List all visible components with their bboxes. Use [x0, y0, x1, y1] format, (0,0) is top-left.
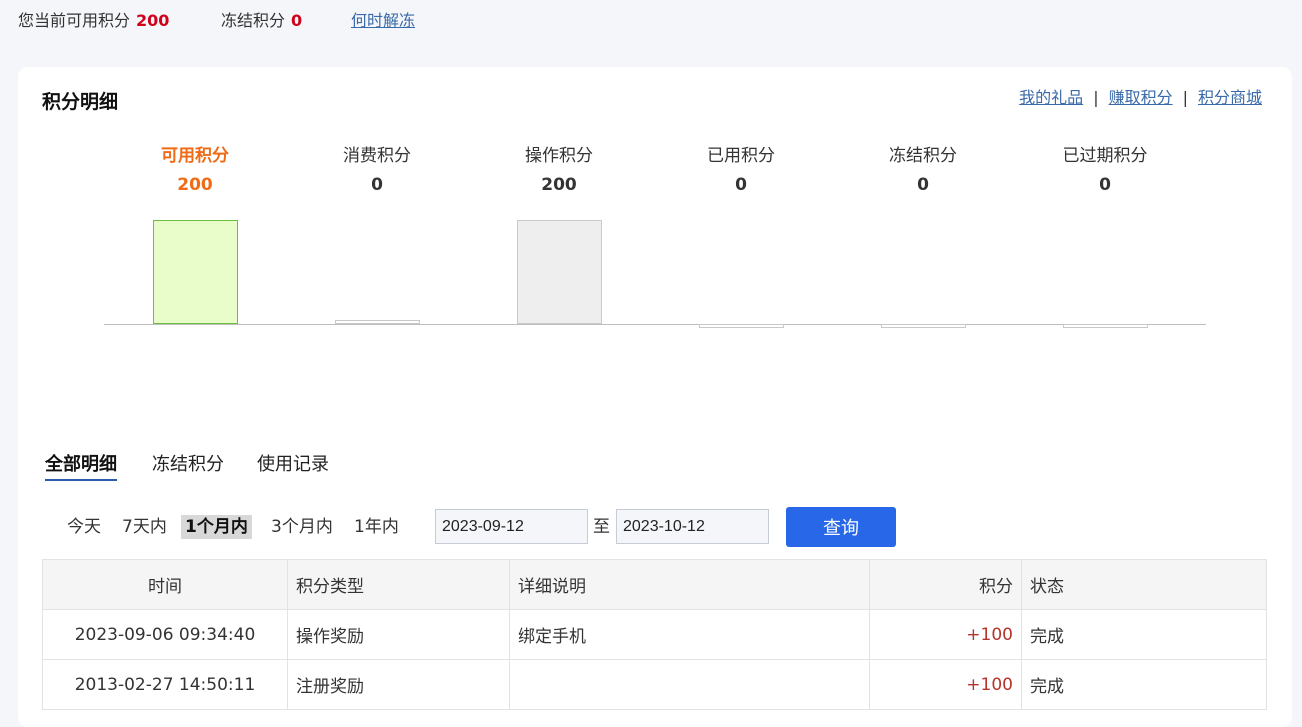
chart-bar [516, 220, 602, 324]
chart-category-label: 冻结积分 [889, 146, 957, 166]
range-today[interactable]: 今天 [63, 515, 105, 539]
cell-points: +100 [869, 659, 1022, 710]
chart-value-label: 200 [541, 175, 577, 195]
available-points-label: 您当前可用积分 [18, 11, 131, 30]
chart-bar [334, 320, 420, 324]
chart-baseline [104, 324, 1206, 325]
range-7-days[interactable]: 7天内 [118, 515, 171, 539]
chart-category: 操作积分 200 [479, 145, 639, 196]
available-points-value: 200 [136, 11, 170, 30]
chart-bar [1062, 324, 1148, 328]
range-1-year[interactable]: 1年内 [350, 515, 403, 539]
tab-frozen-points[interactable]: 冻结积分 [152, 452, 224, 478]
frozen-points-summary: 冻结积分 0 [221, 9, 302, 33]
chart-category-label: 消费积分 [343, 146, 411, 166]
chart-category-label: 可用积分 [161, 146, 229, 166]
chart-category: 已用积分 0 [661, 145, 821, 196]
chart-value-label: 200 [177, 175, 213, 195]
chart-category-label: 已过期积分 [1062, 146, 1148, 166]
end-date-input[interactable] [616, 509, 769, 544]
frozen-points-value: 0 [291, 11, 303, 30]
chart-value-label: 0 [1099, 175, 1111, 195]
cell-status: 完成 [1021, 609, 1267, 660]
chart-category: 已过期积分 0 [1025, 145, 1185, 196]
available-points-summary: 您当前可用积分 200 [18, 9, 169, 33]
range-1-month[interactable]: 1个月内 [181, 515, 252, 539]
tab-all-details[interactable]: 全部明细 [45, 452, 117, 481]
cell-description: 绑定手机 [509, 609, 870, 660]
when-unfreeze-link[interactable]: 何时解冻 [351, 9, 415, 33]
start-date-input[interactable] [435, 509, 588, 544]
points-bar-chart: 可用积分 200 消费积分 0 操作积分 200 已用积分 0 冻结积分 0 已过期积分 0 [18, 67, 1292, 397]
table-header-row: 时间 积分类型 详细说明 积分 状态 [42, 559, 1267, 610]
frozen-points-label: 冻结积分 [221, 11, 286, 30]
chart-value-label: 0 [371, 175, 383, 195]
cell-points: +100 [869, 609, 1022, 660]
header-description: 详细说明 [509, 559, 870, 610]
cell-time: 2023-09-06 09:34:40 [42, 609, 288, 660]
points-records-table: 时间 积分类型 详细说明 积分 状态 2023-09-06 09:34:40 操… [42, 559, 1267, 710]
cell-time: 2013-02-27 14:50:11 [42, 659, 288, 710]
chart-category: 可用积分 200 [115, 145, 275, 196]
table-row: 2013-02-27 14:50:11 注册奖励 +100 完成 [42, 659, 1267, 710]
header-time: 时间 [42, 559, 288, 610]
chart-category: 消费积分 0 [297, 145, 457, 196]
date-to-label: 至 [593, 517, 610, 537]
chart-bar [152, 220, 238, 324]
chart-category: 冻结积分 0 [843, 145, 1003, 196]
range-3-months[interactable]: 3个月内 [267, 515, 337, 539]
chart-value-label: 0 [735, 175, 747, 195]
date-filter-bar: 今天 7天内 1个月内 3个月内 1年内 至 查询 [18, 507, 1292, 547]
chart-category-label: 操作积分 [525, 146, 593, 166]
chart-bar [880, 324, 966, 328]
table-row: 2023-09-06 09:34:40 操作奖励 绑定手机 +100 完成 [42, 609, 1267, 660]
tab-usage-records[interactable]: 使用记录 [257, 452, 329, 478]
cell-description [509, 659, 870, 710]
header-points: 积分 [869, 559, 1022, 610]
header-points-type: 积分类型 [287, 559, 510, 610]
query-button[interactable]: 查询 [786, 507, 896, 547]
cell-points-type: 操作奖励 [287, 609, 510, 660]
chart-bar [698, 324, 784, 328]
chart-category-label: 已用积分 [707, 146, 775, 166]
cell-points-type: 注册奖励 [287, 659, 510, 710]
cell-status: 完成 [1021, 659, 1267, 710]
chart-value-label: 0 [917, 175, 929, 195]
points-detail-card: 积分明细 我的礼品 | 赚取积分 | 积分商城 可用积分 200 消费积分 0 操作积分 200 已… [18, 67, 1292, 727]
header-status: 状态 [1021, 559, 1267, 610]
